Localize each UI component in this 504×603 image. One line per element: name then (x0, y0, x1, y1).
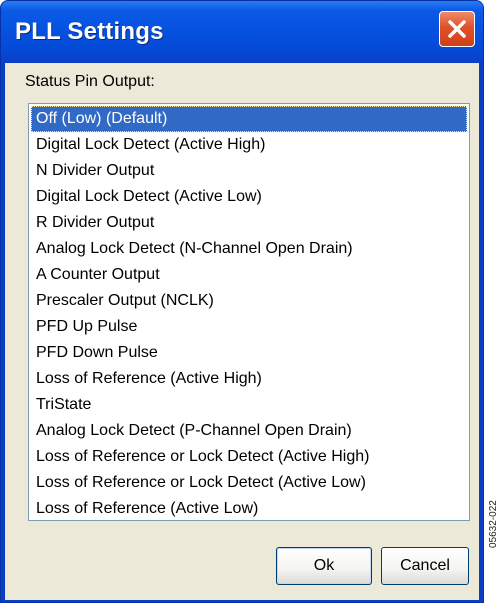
list-item[interactable]: Loss of Reference (Active High) (31, 366, 467, 392)
list-item[interactable]: Analog Lock Detect (P-Channel Open Drain… (31, 418, 467, 444)
list-item[interactable]: Digital Lock Detect (Active High) (31, 132, 467, 158)
list-item[interactable]: N Divider Output (31, 158, 467, 184)
ok-button[interactable]: Ok (276, 547, 372, 585)
list-item[interactable]: Loss of Reference (Active Low) (31, 496, 467, 522)
list-item[interactable]: Prescaler Output (NCLK) (31, 288, 467, 314)
status-pin-output-listbox[interactable]: Off (Low) (Default) Digital Lock Detect … (28, 103, 470, 521)
pll-settings-dialog: PLL Settings Status Pin Output: Off (Low… (0, 0, 484, 603)
list-item[interactable]: Loss of Reference or Lock Detect (Active… (31, 470, 467, 496)
list-item-selected[interactable]: Off (Low) (Default) (31, 106, 467, 132)
cancel-button[interactable]: Cancel (381, 547, 469, 585)
list-item[interactable]: R Divider Output (31, 210, 467, 236)
status-pin-output-label: Status Pin Output: (25, 73, 155, 90)
window-title: PLL Settings (15, 18, 164, 45)
title-bar[interactable]: PLL Settings (1, 1, 483, 63)
list-item[interactable]: PFD Down Pulse (31, 340, 467, 366)
figure-code: 05632-022 (488, 500, 499, 548)
list-item[interactable]: Loss of Reference or Lock Detect (Active… (31, 444, 467, 470)
close-icon (448, 20, 466, 38)
list-item[interactable]: PFD Up Pulse (31, 314, 467, 340)
close-button[interactable] (439, 11, 475, 47)
list-item[interactable]: TriState (31, 392, 467, 418)
list-item[interactable]: A Counter Output (31, 262, 467, 288)
list-item[interactable]: Analog Lock Detect (N-Channel Open Drain… (31, 236, 467, 262)
list-item[interactable]: Digital Lock Detect (Active Low) (31, 184, 467, 210)
dialog-body: Status Pin Output: Off (Low) (Default) D… (5, 63, 479, 600)
